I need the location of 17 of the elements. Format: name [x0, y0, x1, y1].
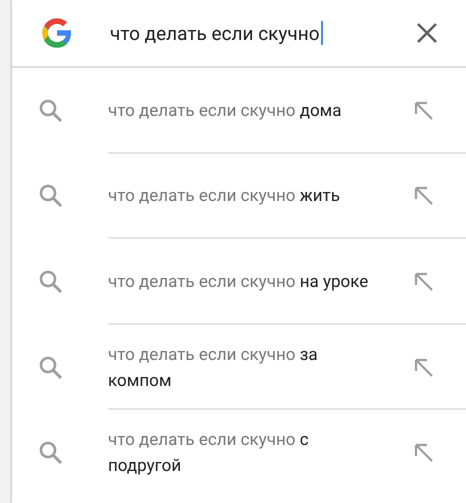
- suggestion-text[interactable]: что делать если скучно с подругой: [108, 427, 378, 480]
- arrow-up-left-icon[interactable]: [414, 100, 434, 121]
- arrow-up-left-icon[interactable]: [414, 186, 434, 206]
- search-icon: [38, 268, 64, 295]
- arrow-up-left-icon[interactable]: [414, 358, 434, 378]
- suggestion-text[interactable]: что делать если скучно на уроке: [108, 268, 378, 295]
- suggestion-text[interactable]: что делать если скучно дома: [108, 98, 378, 124]
- search-field[interactable]: что делать если скучно: [110, 13, 416, 53]
- close-icon[interactable]: [416, 22, 438, 44]
- search-icon: [38, 440, 64, 466]
- search-icon: [38, 354, 64, 381]
- search-icon: [38, 98, 64, 124]
- suggestion-text[interactable]: что делать если скучно жить: [108, 183, 378, 210]
- arrow-up-left-icon[interactable]: [414, 443, 434, 464]
- search-icon: [38, 183, 64, 210]
- suggestion-text[interactable]: что делать если скучно за компом: [108, 342, 378, 394]
- arrow-up-left-icon[interactable]: [414, 272, 434, 292]
